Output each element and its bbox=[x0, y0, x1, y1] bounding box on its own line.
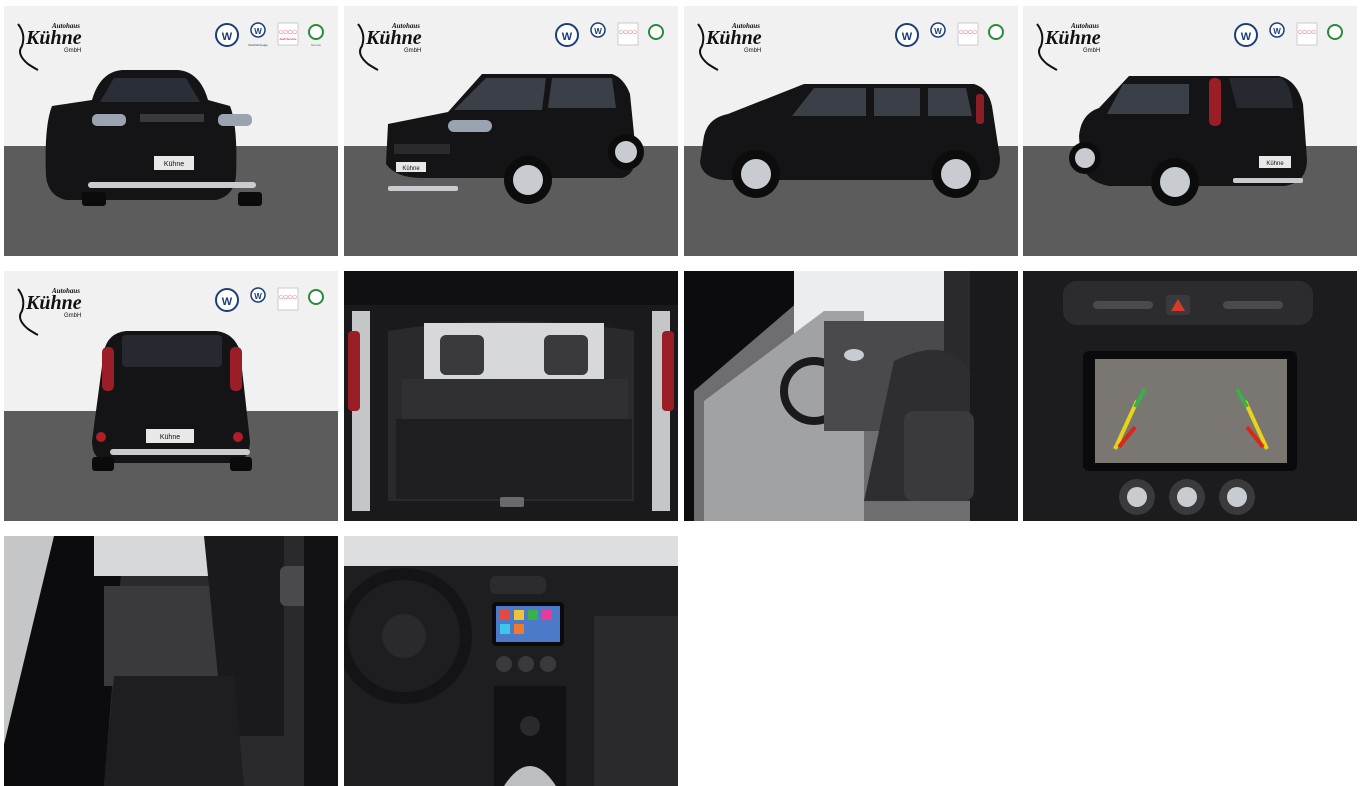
svg-text:Nutzfahrzeuge: Nutzfahrzeuge bbox=[248, 43, 268, 47]
svg-text:W: W bbox=[222, 296, 233, 308]
svg-text:◯◯◯◯: ◯◯◯◯ bbox=[279, 294, 297, 299]
thumbnail-exterior-rear[interactable]: Autohaus Kühne GmbH W W ◯◯◯◯ Kühne bbox=[4, 271, 338, 521]
svg-text:Kühne: Kühne bbox=[25, 292, 82, 314]
svg-text:W: W bbox=[934, 27, 942, 36]
car-photo: Autohaus Kühne GmbH W W ◯◯◯◯ Kühne bbox=[344, 6, 678, 256]
car-rear-view: Kühne bbox=[92, 331, 252, 471]
svg-text:GmbH: GmbH bbox=[64, 313, 81, 319]
svg-text:GmbH: GmbH bbox=[404, 48, 421, 54]
svg-text:◯◯◯◯: ◯◯◯◯ bbox=[1298, 29, 1316, 34]
svg-text:W: W bbox=[594, 27, 602, 36]
car-photo bbox=[1023, 271, 1357, 521]
svg-text:W: W bbox=[1273, 27, 1281, 36]
car-photo bbox=[344, 271, 678, 521]
car-photo: Autohaus Kühne GmbH W W ◯◯◯◯ bbox=[4, 271, 338, 521]
car-photo: Autohaus Kühne GmbH W W Nutzfahrzeuge ◯◯… bbox=[4, 6, 338, 256]
thumbnail-exterior-front-three-quarter[interactable]: Autohaus Kühne GmbH W W ◯◯◯◯ Kühne bbox=[344, 6, 678, 256]
svg-text:Kühne: Kühne bbox=[25, 27, 82, 49]
svg-text:Kühne: Kühne bbox=[402, 166, 420, 172]
svg-text:◯◯◯◯: ◯◯◯◯ bbox=[959, 29, 977, 34]
svg-text:Kühne: Kühne bbox=[1044, 27, 1101, 49]
svg-text:W: W bbox=[254, 292, 262, 301]
thumbnail-rear-camera-display[interactable] bbox=[1023, 271, 1357, 521]
svg-text:Kühne: Kühne bbox=[164, 161, 184, 168]
svg-text:Audi Service: Audi Service bbox=[280, 37, 297, 41]
thumbnail-trunk-open[interactable] bbox=[344, 271, 678, 521]
svg-text:◯◯◯◯: ◯◯◯◯ bbox=[279, 29, 297, 34]
thumbnail-exterior-side[interactable]: Autohaus Kühne GmbH W W ◯◯◯◯ bbox=[684, 6, 1018, 256]
svg-text:W: W bbox=[902, 31, 913, 43]
svg-text:W: W bbox=[1241, 31, 1252, 43]
thumbnail-front-seats[interactable] bbox=[684, 271, 1018, 521]
image-gallery: Autohaus Kühne GmbH W W Nutzfahrzeuge ◯◯… bbox=[0, 0, 1363, 786]
car-photo: Autohaus Kühne GmbH W W ◯◯◯◯ bbox=[684, 6, 1018, 256]
car-photo bbox=[4, 536, 338, 786]
thumbnail-exterior-rear-three-quarter[interactable]: Autohaus Kühne GmbH W W ◯◯◯◯ Kühne bbox=[1023, 6, 1357, 256]
thumbnail-dashboard-cockpit[interactable] bbox=[344, 536, 678, 786]
car-photo bbox=[344, 536, 678, 786]
svg-text:W: W bbox=[222, 31, 233, 43]
thumbnail-rear-seats[interactable] bbox=[4, 536, 338, 786]
svg-text:GmbH: GmbH bbox=[64, 48, 81, 54]
svg-text:Kühne: Kühne bbox=[705, 27, 762, 49]
svg-text:Service: Service bbox=[311, 43, 321, 47]
car-photo bbox=[684, 271, 1018, 521]
svg-text:W: W bbox=[254, 27, 262, 36]
svg-text:Kühne: Kühne bbox=[160, 434, 180, 441]
svg-text:Kühne: Kühne bbox=[1266, 161, 1284, 167]
svg-text:Kühne: Kühne bbox=[365, 27, 422, 49]
svg-text:GmbH: GmbH bbox=[744, 48, 761, 54]
svg-text:GmbH: GmbH bbox=[1083, 48, 1100, 54]
car-photo: Autohaus Kühne GmbH W W ◯◯◯◯ Kühne bbox=[1023, 6, 1357, 256]
thumbnail-exterior-front[interactable]: Autohaus Kühne GmbH W W Nutzfahrzeuge ◯◯… bbox=[4, 6, 338, 256]
svg-text:W: W bbox=[562, 31, 573, 43]
svg-text:◯◯◯◯: ◯◯◯◯ bbox=[619, 29, 637, 34]
